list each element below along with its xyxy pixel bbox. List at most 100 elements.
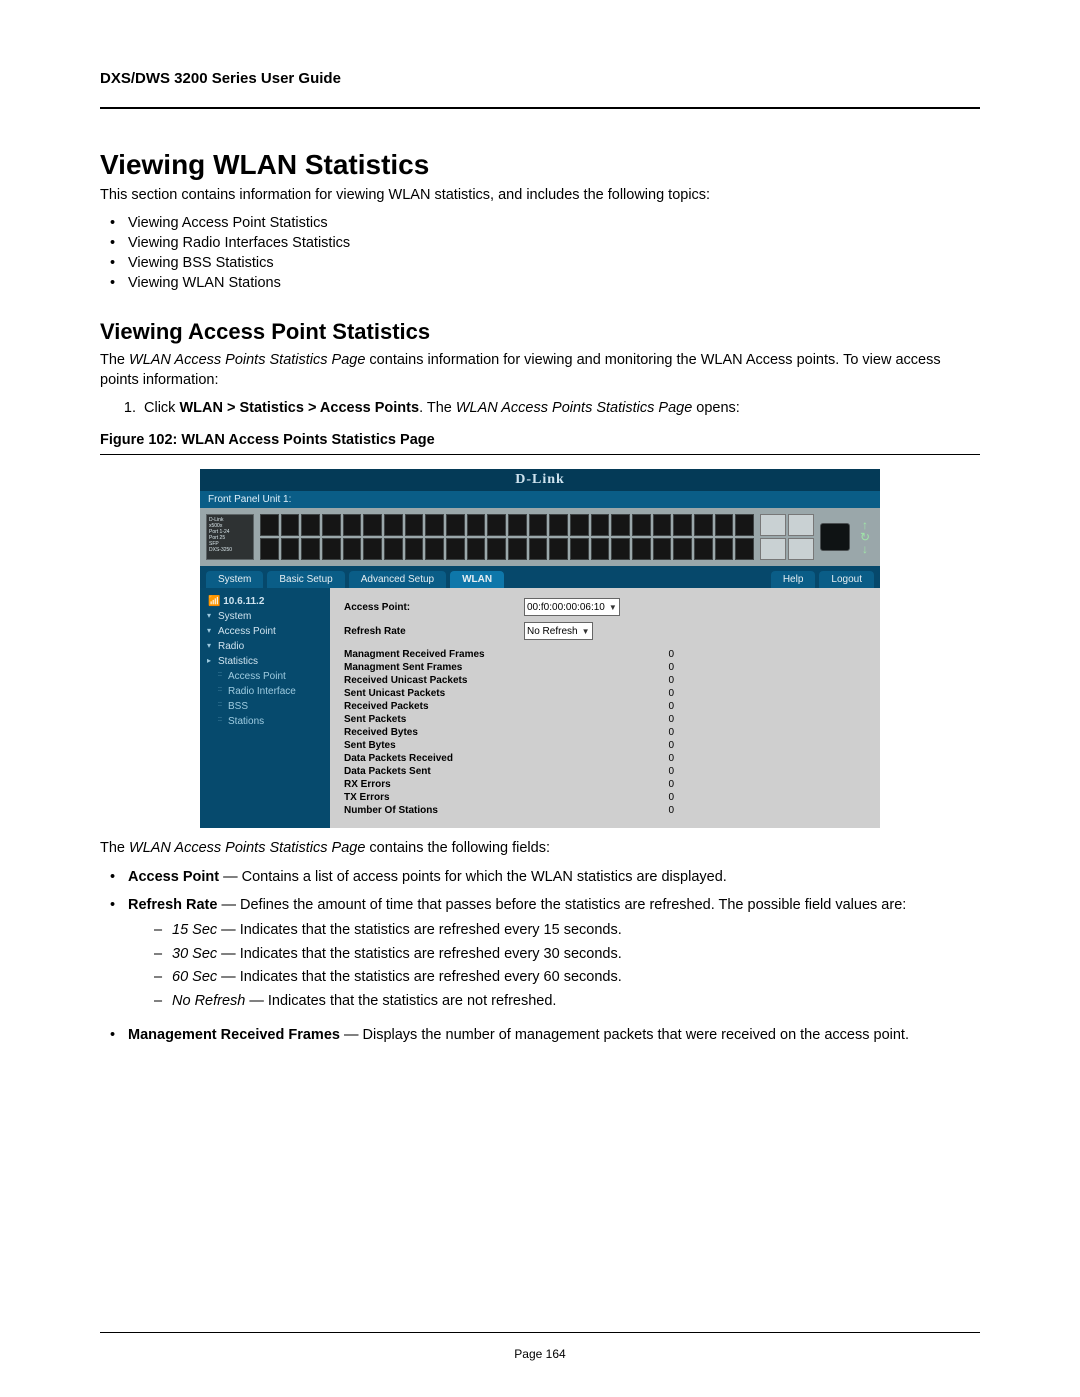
rj45-port[interactable] bbox=[487, 538, 506, 560]
sidebar-item-system[interactable]: System bbox=[200, 609, 330, 624]
rj45-port[interactable] bbox=[467, 514, 486, 536]
rj45-port[interactable] bbox=[673, 538, 692, 560]
rj45-port[interactable] bbox=[549, 538, 568, 560]
rj45-port[interactable] bbox=[405, 538, 424, 560]
rj45-port[interactable] bbox=[467, 538, 486, 560]
sfp-port[interactable] bbox=[760, 514, 786, 536]
rj45-port[interactable] bbox=[549, 514, 568, 536]
rj45-port[interactable] bbox=[653, 538, 672, 560]
rj45-port[interactable] bbox=[529, 514, 548, 536]
panel-info-box: D-Link x500x Port 1-24 Port 25 SFP DXS-3… bbox=[206, 514, 254, 560]
step-item: Click WLAN > Statistics > Access Points.… bbox=[140, 400, 980, 416]
rj45-port[interactable] bbox=[384, 514, 403, 536]
sidebar-sub-access-point[interactable]: Access Point bbox=[200, 669, 330, 684]
rj45-port[interactable] bbox=[570, 538, 589, 560]
nav-path: WLAN > Statistics > Access Points bbox=[179, 400, 419, 416]
content-pane: Access Point: 00:f0:00:00:06:10 ▼ Refres… bbox=[330, 588, 880, 828]
rj45-port[interactable] bbox=[281, 514, 300, 536]
text: The bbox=[100, 840, 129, 856]
refresh-icon[interactable]: ↻ bbox=[860, 532, 870, 542]
rj45-port[interactable] bbox=[281, 538, 300, 560]
subsection-intro: The WLAN Access Points Statistics Page c… bbox=[100, 351, 980, 390]
stat-row: Managment Received Frames0 bbox=[344, 648, 674, 661]
chevron-down-icon: ▼ bbox=[609, 603, 617, 612]
page-name: WLAN Access Points Statistics Page bbox=[129, 840, 365, 856]
rj45-port[interactable] bbox=[260, 514, 279, 536]
rr-select[interactable]: No Refresh ▼ bbox=[524, 622, 593, 640]
tab-help[interactable]: Help bbox=[771, 571, 816, 588]
brand-bar: D-Link bbox=[200, 469, 880, 491]
rj45-port[interactable] bbox=[591, 514, 610, 536]
refresh-options-list: 15 Sec — Indicates that the statistics a… bbox=[128, 919, 980, 1013]
rj45-port[interactable] bbox=[715, 514, 734, 536]
rj45-port[interactable] bbox=[405, 514, 424, 536]
page-number: Page 164 bbox=[514, 1347, 565, 1361]
rj45-port[interactable] bbox=[508, 514, 527, 536]
rj45-port[interactable] bbox=[673, 514, 692, 536]
subsection-title: Viewing Access Point Statistics bbox=[100, 319, 980, 345]
rj45-port[interactable] bbox=[487, 514, 506, 536]
text: DXS-3250 bbox=[209, 547, 251, 553]
topics-list: Viewing Access Point Statistics Viewing … bbox=[100, 213, 980, 293]
rj45-port[interactable] bbox=[301, 538, 320, 560]
tab-logout[interactable]: Logout bbox=[819, 571, 874, 588]
arrow-down-icon[interactable]: ↓ bbox=[862, 544, 868, 554]
switch-front-panel: D-Link x500x Port 1-24 Port 25 SFP DXS-3… bbox=[200, 508, 880, 566]
rj45-port[interactable] bbox=[322, 538, 341, 560]
sidebar-sub-stations[interactable]: Stations bbox=[200, 714, 330, 729]
stats-table: Managment Received Frames0 Managment Sen… bbox=[344, 648, 674, 817]
rj45-port[interactable] bbox=[653, 514, 672, 536]
tab-advanced-setup[interactable]: Advanced Setup bbox=[349, 571, 446, 588]
stat-row: Managment Sent Frames0 bbox=[344, 661, 674, 674]
sfp-port[interactable] bbox=[760, 538, 786, 560]
stack-arrows: ↑ ↻ ↓ bbox=[856, 520, 874, 554]
sidebar-sub-bss[interactable]: BSS bbox=[200, 699, 330, 714]
rj45-port[interactable] bbox=[343, 538, 362, 560]
rj45-port[interactable] bbox=[694, 514, 713, 536]
tab-basic-setup[interactable]: Basic Setup bbox=[267, 571, 344, 588]
page-footer: Page 164 bbox=[0, 1332, 1080, 1361]
sfp-port[interactable] bbox=[788, 514, 814, 536]
rj45-port[interactable] bbox=[363, 538, 382, 560]
stat-row: Sent Unicast Packets0 bbox=[344, 687, 674, 700]
rj45-port[interactable] bbox=[611, 514, 630, 536]
rj45-port[interactable] bbox=[384, 538, 403, 560]
rj45-port[interactable] bbox=[260, 538, 279, 560]
rj45-port[interactable] bbox=[715, 538, 734, 560]
rj45-port[interactable] bbox=[735, 514, 754, 536]
rj45-port[interactable] bbox=[343, 514, 362, 536]
stat-row: RX Errors0 bbox=[344, 778, 674, 791]
rj45-port[interactable] bbox=[508, 538, 527, 560]
rj45-port[interactable] bbox=[570, 514, 589, 536]
tab-system[interactable]: System bbox=[206, 571, 263, 588]
topic-item: Viewing Access Point Statistics bbox=[110, 213, 980, 233]
rj45-port[interactable] bbox=[632, 538, 651, 560]
ap-select[interactable]: 00:f0:00:00:06:10 ▼ bbox=[524, 598, 620, 616]
rj45-port[interactable] bbox=[529, 538, 548, 560]
rj45-port[interactable] bbox=[611, 538, 630, 560]
rj45-port[interactable] bbox=[425, 514, 444, 536]
rj45-port[interactable] bbox=[735, 538, 754, 560]
rj45-port[interactable] bbox=[632, 514, 651, 536]
field-item: Refresh Rate — Defines the amount of tim… bbox=[110, 892, 980, 1022]
arrow-up-icon[interactable]: ↑ bbox=[862, 520, 868, 530]
rj45-port[interactable] bbox=[425, 538, 444, 560]
rj45-port[interactable] bbox=[301, 514, 320, 536]
rj45-port[interactable] bbox=[363, 514, 382, 536]
rj45-port[interactable] bbox=[591, 538, 610, 560]
field-desc: — Displays the number of management pack… bbox=[340, 1027, 909, 1043]
rj45-port[interactable] bbox=[446, 538, 465, 560]
sidebar-item-statistics[interactable]: Statistics bbox=[200, 654, 330, 669]
sidebar-item-access-point[interactable]: Access Point bbox=[200, 624, 330, 639]
sfp-port[interactable] bbox=[788, 538, 814, 560]
rj45-port[interactable] bbox=[446, 514, 465, 536]
rj45-port[interactable] bbox=[694, 538, 713, 560]
stat-row: Received Unicast Packets0 bbox=[344, 674, 674, 687]
tab-wlan[interactable]: WLAN bbox=[450, 571, 504, 588]
sidebar-sub-radio-interface[interactable]: Radio Interface bbox=[200, 684, 330, 699]
rj45-port[interactable] bbox=[322, 514, 341, 536]
text: opens: bbox=[692, 400, 740, 416]
text: contains the following fields: bbox=[365, 840, 550, 856]
sidebar-item-radio[interactable]: Radio bbox=[200, 639, 330, 654]
rr-select-value: No Refresh bbox=[527, 626, 578, 637]
